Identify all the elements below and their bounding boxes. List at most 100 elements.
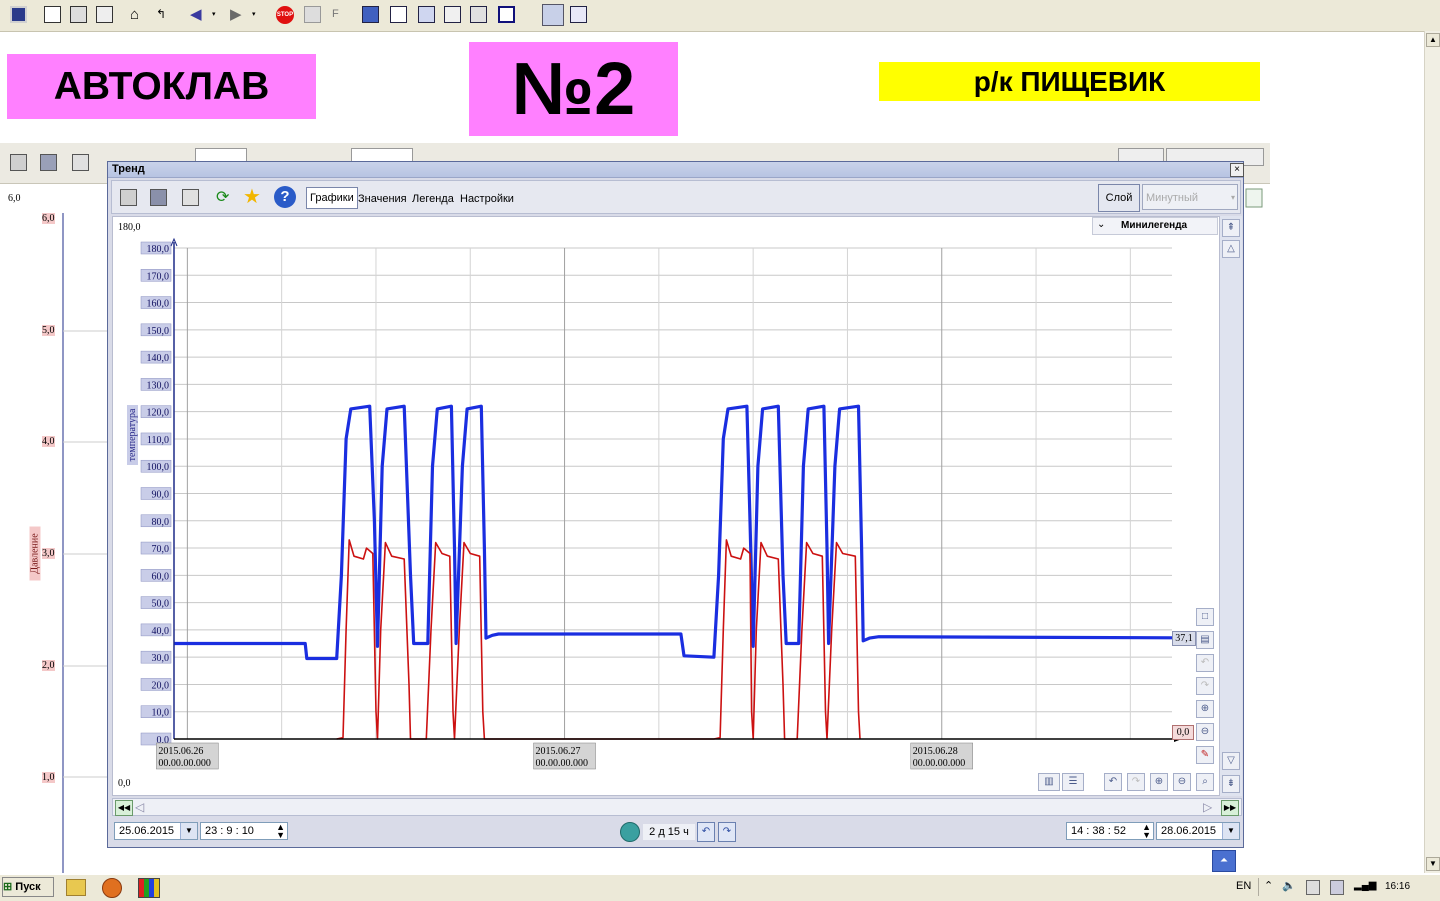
book-icon[interactable]	[570, 6, 587, 23]
zoom-out-icon[interactable]: ⊖	[1196, 723, 1214, 741]
chart-axis: 0,010,020,030,040,050,060,070,080,090,01…	[140, 237, 1182, 770]
app-icon[interactable]	[10, 6, 27, 23]
current-pressure-tag: 0,0	[1172, 725, 1194, 740]
list-view-icon[interactable]: ☰	[1062, 773, 1084, 791]
up-level-icon[interactable]: ↰	[156, 6, 173, 23]
fullscreen-icon[interactable]	[498, 6, 515, 23]
redo-disabled-icon[interactable]: ↷	[1196, 677, 1214, 695]
fit-icon[interactable]: □	[1196, 608, 1214, 626]
window-icon[interactable]	[44, 6, 61, 23]
save-icon[interactable]	[40, 154, 57, 171]
clock[interactable]: 16:16	[1385, 881, 1410, 892]
trend-toolbar: ⟳ ★ ? Графики Значения Легенда Настройки…	[111, 180, 1241, 214]
chart-series	[174, 404, 1173, 740]
start-time-field[interactable]: 23 : 9 : 10 ▲ ▼	[200, 822, 288, 840]
zoom-in-icon[interactable]: ⊕	[1196, 700, 1214, 718]
duration-forward-icon[interactable]: ↷	[718, 822, 736, 842]
zoom-search-icon[interactable]: ⌕	[1196, 773, 1214, 791]
report-icon[interactable]	[470, 6, 487, 23]
zoom-out-icon[interactable]: ⊖	[1173, 773, 1191, 791]
folder-icon[interactable]	[66, 879, 86, 896]
print-icon[interactable]	[182, 189, 199, 206]
forward-dropdown-icon[interactable]: ▾	[252, 6, 269, 23]
duration-field[interactable]: 2 д 15 ч	[643, 824, 695, 840]
browser-icon[interactable]	[102, 878, 122, 898]
end-time-field[interactable]: 14 : 38 : 52 ▲ ▼	[1066, 822, 1154, 840]
print-icon[interactable]	[72, 154, 89, 171]
volume-icon[interactable]: 🔈	[1282, 879, 1296, 892]
tray-expand-icon[interactable]: ⌃	[1264, 879, 1273, 892]
usb-icon[interactable]	[1306, 880, 1320, 895]
y-tick-label: 90,0	[152, 490, 170, 501]
start-date-field[interactable]: 25.06.2015 ▼	[114, 822, 198, 840]
close-icon[interactable]: ×	[1230, 163, 1244, 177]
back-dropdown-icon[interactable]: ▾	[212, 6, 229, 23]
home-icon[interactable]: ⌂	[130, 6, 147, 23]
undo-icon[interactable]: ↶	[1104, 773, 1122, 791]
save-icon[interactable]	[150, 189, 167, 206]
undo-disabled-icon[interactable]: ↶	[1196, 654, 1214, 672]
forward-icon[interactable]: ▶	[230, 6, 247, 23]
columns-icon[interactable]	[96, 6, 113, 23]
scroll-top-icon[interactable]: ⇞	[1222, 219, 1240, 237]
background-scroll-up-button[interactable]: ⏶	[1212, 850, 1236, 872]
sync-icon[interactable]	[620, 822, 640, 842]
pressure-tick: 5,0	[42, 325, 55, 336]
camera-icon[interactable]	[10, 154, 27, 171]
camera-icon[interactable]	[120, 189, 137, 206]
zoom-in-icon[interactable]: ⊕	[1150, 773, 1168, 791]
trend-window-titlebar: Тренд ×	[108, 162, 1244, 178]
chevron-down-icon[interactable]: ▼	[180, 823, 197, 839]
chevron-down-icon[interactable]: ▼	[1222, 823, 1239, 839]
f-icon[interactable]: F	[332, 6, 349, 23]
signal-icon[interactable]: ▂▄▆	[1354, 880, 1376, 891]
tab-charts[interactable]: Графики	[306, 187, 358, 209]
network-icon[interactable]	[1330, 880, 1344, 895]
stop-icon[interactable]: STOP	[276, 6, 294, 24]
jump-start-icon[interactable]: ◀◀	[115, 800, 133, 816]
trend-icon[interactable]	[542, 4, 564, 26]
x-tick-date: 2015.06.28	[913, 746, 958, 757]
tab-values[interactable]: Значения	[358, 191, 407, 207]
scroll-bottom-icon[interactable]: ⇟	[1222, 775, 1240, 793]
main-vertical-scrollbar[interactable]: ▲ ▼	[1424, 31, 1440, 873]
refresh-icon[interactable]: ⟳	[216, 189, 233, 206]
app-taskbar-icon[interactable]	[138, 878, 160, 898]
language-indicator[interactable]: EN	[1236, 880, 1251, 892]
scroll-down-icon[interactable]: ▽	[1222, 752, 1240, 770]
monitor-icon[interactable]	[418, 6, 435, 23]
calendar-icon[interactable]	[390, 6, 407, 23]
tab-settings[interactable]: Настройки	[460, 191, 514, 207]
edit-icon[interactable]: ✎	[1196, 746, 1214, 764]
favorite-star-icon[interactable]: ★	[243, 187, 261, 207]
help-icon[interactable]: ?	[274, 186, 296, 208]
scroll-up-icon[interactable]: △	[1222, 240, 1240, 258]
duration-back-icon[interactable]: ↶	[697, 822, 715, 842]
y-tick-label: 130,0	[147, 380, 170, 391]
ruler-icon[interactable]: ▤	[1196, 631, 1214, 649]
trend-horizontal-scrollbar[interactable]: ◀◀ ◁ ▷ ▶▶	[112, 798, 1242, 816]
settings-icon[interactable]	[444, 6, 461, 23]
scroll-up-icon[interactable]: ▲	[1426, 33, 1440, 47]
end-date-field[interactable]: 28.06.2015 ▼	[1156, 822, 1240, 840]
scroll-left-icon[interactable]: ◁	[135, 800, 144, 814]
tab-legend[interactable]: Легенда	[412, 191, 454, 207]
layer-select[interactable]: Минутный ▾	[1142, 184, 1238, 210]
scroll-right-icon[interactable]: ▷	[1203, 800, 1212, 814]
x-tick-date: 2015.06.26	[158, 746, 203, 757]
back-icon[interactable]: ◀	[190, 6, 207, 23]
jump-end-icon[interactable]: ▶▶	[1221, 800, 1239, 816]
print-icon[interactable]	[304, 6, 321, 23]
tree-icon[interactable]	[70, 6, 87, 23]
time-spinner-icon[interactable]: ▲ ▼	[1142, 823, 1151, 840]
y-tick-label: 10,0	[152, 708, 170, 719]
layer-button[interactable]: Слой	[1098, 184, 1140, 212]
redo-icon[interactable]: ↷	[1127, 773, 1145, 791]
start-button[interactable]: ⊞ Пуск	[2, 877, 54, 897]
scroll-down-icon[interactable]: ▼	[1426, 857, 1440, 871]
end-time-value: 14 : 38 : 52	[1071, 825, 1127, 837]
y-tick-label: 60,0	[152, 571, 170, 582]
time-spinner-icon[interactable]: ▲ ▼	[276, 823, 285, 840]
columns-view-icon[interactable]: ▥	[1038, 773, 1060, 791]
grid-icon[interactable]	[362, 6, 379, 23]
